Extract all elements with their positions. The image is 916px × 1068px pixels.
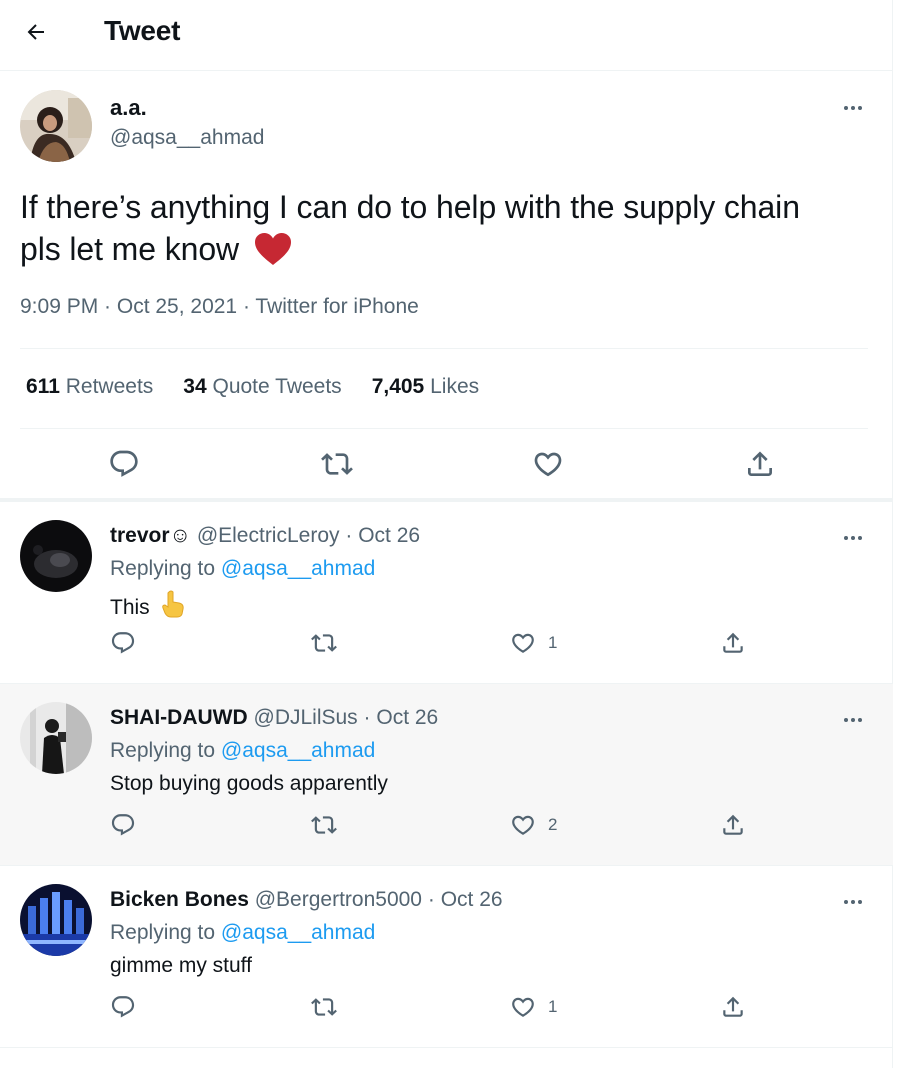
- tweet-text: If there’s anything I can do to help wit…: [20, 186, 840, 270]
- more-options-button[interactable]: [838, 528, 868, 548]
- replying-to: Replying to @aqsa__ahmad: [110, 921, 376, 944]
- like-button[interactable]: 2: [510, 812, 557, 838]
- reply-button[interactable]: [110, 994, 136, 1020]
- share-icon: [720, 994, 746, 1020]
- likes-stat[interactable]: 7,405 Likes: [372, 375, 479, 399]
- like-count: 1: [548, 997, 558, 1016]
- reply-actions: 2: [0, 812, 893, 842]
- reply-text: Stop buying goods apparently: [110, 772, 388, 795]
- tweet-body: If there’s anything I can do to help wit…: [20, 189, 800, 267]
- share-button[interactable]: [720, 994, 746, 1020]
- like-button[interactable]: 1: [510, 994, 557, 1020]
- retweet-icon: [310, 812, 338, 838]
- reply-header: trevor☺ @ElectricLeroy · Oct 26: [110, 524, 421, 547]
- avatar[interactable]: [20, 884, 92, 956]
- quote-tweets-stat[interactable]: 34 Quote Tweets: [183, 375, 341, 399]
- reply-button[interactable]: [110, 812, 136, 838]
- share-button[interactable]: [720, 812, 746, 838]
- reply-text: gimme my stuff: [110, 954, 252, 977]
- replying-to: Replying to @aqsa__ahmad: [110, 739, 376, 762]
- share-icon: [744, 448, 776, 480]
- replying-to: Replying to @aqsa__ahmad: [110, 557, 376, 580]
- tweet-actions: [0, 448, 893, 484]
- more-dots-icon: [844, 900, 848, 904]
- more-options-button[interactable]: [838, 98, 868, 118]
- heart-outline-icon: [510, 630, 536, 656]
- retweet-icon: [320, 448, 354, 480]
- reply-date[interactable]: Oct 26: [376, 706, 438, 729]
- reply-bubble-icon: [110, 630, 136, 656]
- back-button[interactable]: [18, 14, 54, 50]
- reply-header: SHAI-DAUWD @DJLilSus · Oct 26: [110, 706, 439, 729]
- more-options-button[interactable]: [838, 710, 868, 730]
- red-heart-emoji-icon: [254, 232, 292, 266]
- mention-link[interactable]: @aqsa__ahmad: [221, 921, 375, 944]
- avatar[interactable]: [20, 90, 92, 162]
- retweet-button[interactable]: [320, 448, 354, 480]
- reply-button[interactable]: [110, 630, 136, 656]
- reply-actions: 1: [0, 994, 893, 1024]
- more-options-button[interactable]: [838, 892, 868, 912]
- share-button[interactable]: [720, 630, 746, 656]
- share-button[interactable]: [744, 448, 776, 480]
- heart-outline-icon: [510, 994, 536, 1020]
- reply-bubble-icon: [108, 448, 140, 480]
- like-button[interactable]: 1: [510, 630, 557, 656]
- author-handle[interactable]: @aqsa__ahmad: [110, 126, 264, 150]
- reply-author-handle[interactable]: @ElectricLeroy: [197, 524, 340, 547]
- retweet-icon: [310, 994, 338, 1020]
- tweet-stats: 611 Retweets 34 Quote Tweets 7,405 Likes: [26, 375, 479, 399]
- page-title: Tweet: [104, 15, 181, 46]
- arrow-left-icon: [24, 20, 48, 44]
- reply-button[interactable]: [108, 448, 140, 480]
- avatar[interactable]: [20, 520, 92, 592]
- reply-tweet[interactable]: SHAI-DAUWD @DJLilSus · Oct 26 Replying t…: [0, 684, 893, 866]
- like-count: 1: [548, 633, 558, 652]
- heart-outline-icon: [510, 812, 536, 838]
- timeline-column: Tweet a.a. @aqsa__ahmad If there’s anyth…: [0, 0, 893, 1068]
- reply-date[interactable]: Oct 26: [358, 524, 420, 547]
- avatar[interactable]: [20, 702, 92, 774]
- reply-author-name[interactable]: SHAI-DAUWD: [110, 706, 248, 729]
- mention-link[interactable]: @aqsa__ahmad: [221, 557, 375, 580]
- reply-bubble-icon: [110, 812, 136, 838]
- reply-author-handle[interactable]: @DJLilSus: [254, 706, 358, 729]
- retweets-stat[interactable]: 611 Retweets: [26, 375, 153, 399]
- share-icon: [720, 630, 746, 656]
- like-button[interactable]: [532, 448, 564, 480]
- mention-link[interactable]: @aqsa__ahmad: [221, 739, 375, 762]
- reply-tweet[interactable]: Bicken Bones @Bergertron5000 · Oct 26 Re…: [0, 866, 893, 1048]
- reply-date[interactable]: Oct 26: [441, 888, 503, 911]
- more-dots-icon: [844, 106, 848, 110]
- retweet-icon: [310, 630, 338, 656]
- share-icon: [720, 812, 746, 838]
- heart-outline-icon: [532, 448, 564, 480]
- author-name[interactable]: a.a.: [110, 95, 147, 121]
- reply-tweet[interactable]: trevor☺ @ElectricLeroy · Oct 26 Replying…: [0, 502, 893, 684]
- reply-text: This: [110, 590, 186, 620]
- reply-header: Bicken Bones @Bergertron5000 · Oct 26: [110, 888, 503, 911]
- tweet-timestamp[interactable]: 9:09 PM · Oct 25, 2021 · Twitter for iPh…: [20, 295, 419, 319]
- reply-bubble-icon: [110, 994, 136, 1020]
- reply-author-name[interactable]: trevor☺: [110, 524, 191, 547]
- divider: [20, 428, 868, 429]
- retweet-button[interactable]: [310, 630, 338, 656]
- reply-actions: 1: [0, 630, 893, 660]
- divider: [20, 348, 868, 349]
- header-bar: Tweet: [0, 0, 893, 71]
- reply-author-handle[interactable]: @Bergertron5000: [255, 888, 422, 911]
- more-dots-icon: [844, 718, 848, 722]
- retweet-button[interactable]: [310, 812, 338, 838]
- retweet-button[interactable]: [310, 994, 338, 1020]
- like-count: 2: [548, 815, 558, 834]
- pointing-up-emoji-icon: [160, 590, 186, 618]
- reply-author-name[interactable]: Bicken Bones: [110, 888, 249, 911]
- more-dots-icon: [844, 536, 848, 540]
